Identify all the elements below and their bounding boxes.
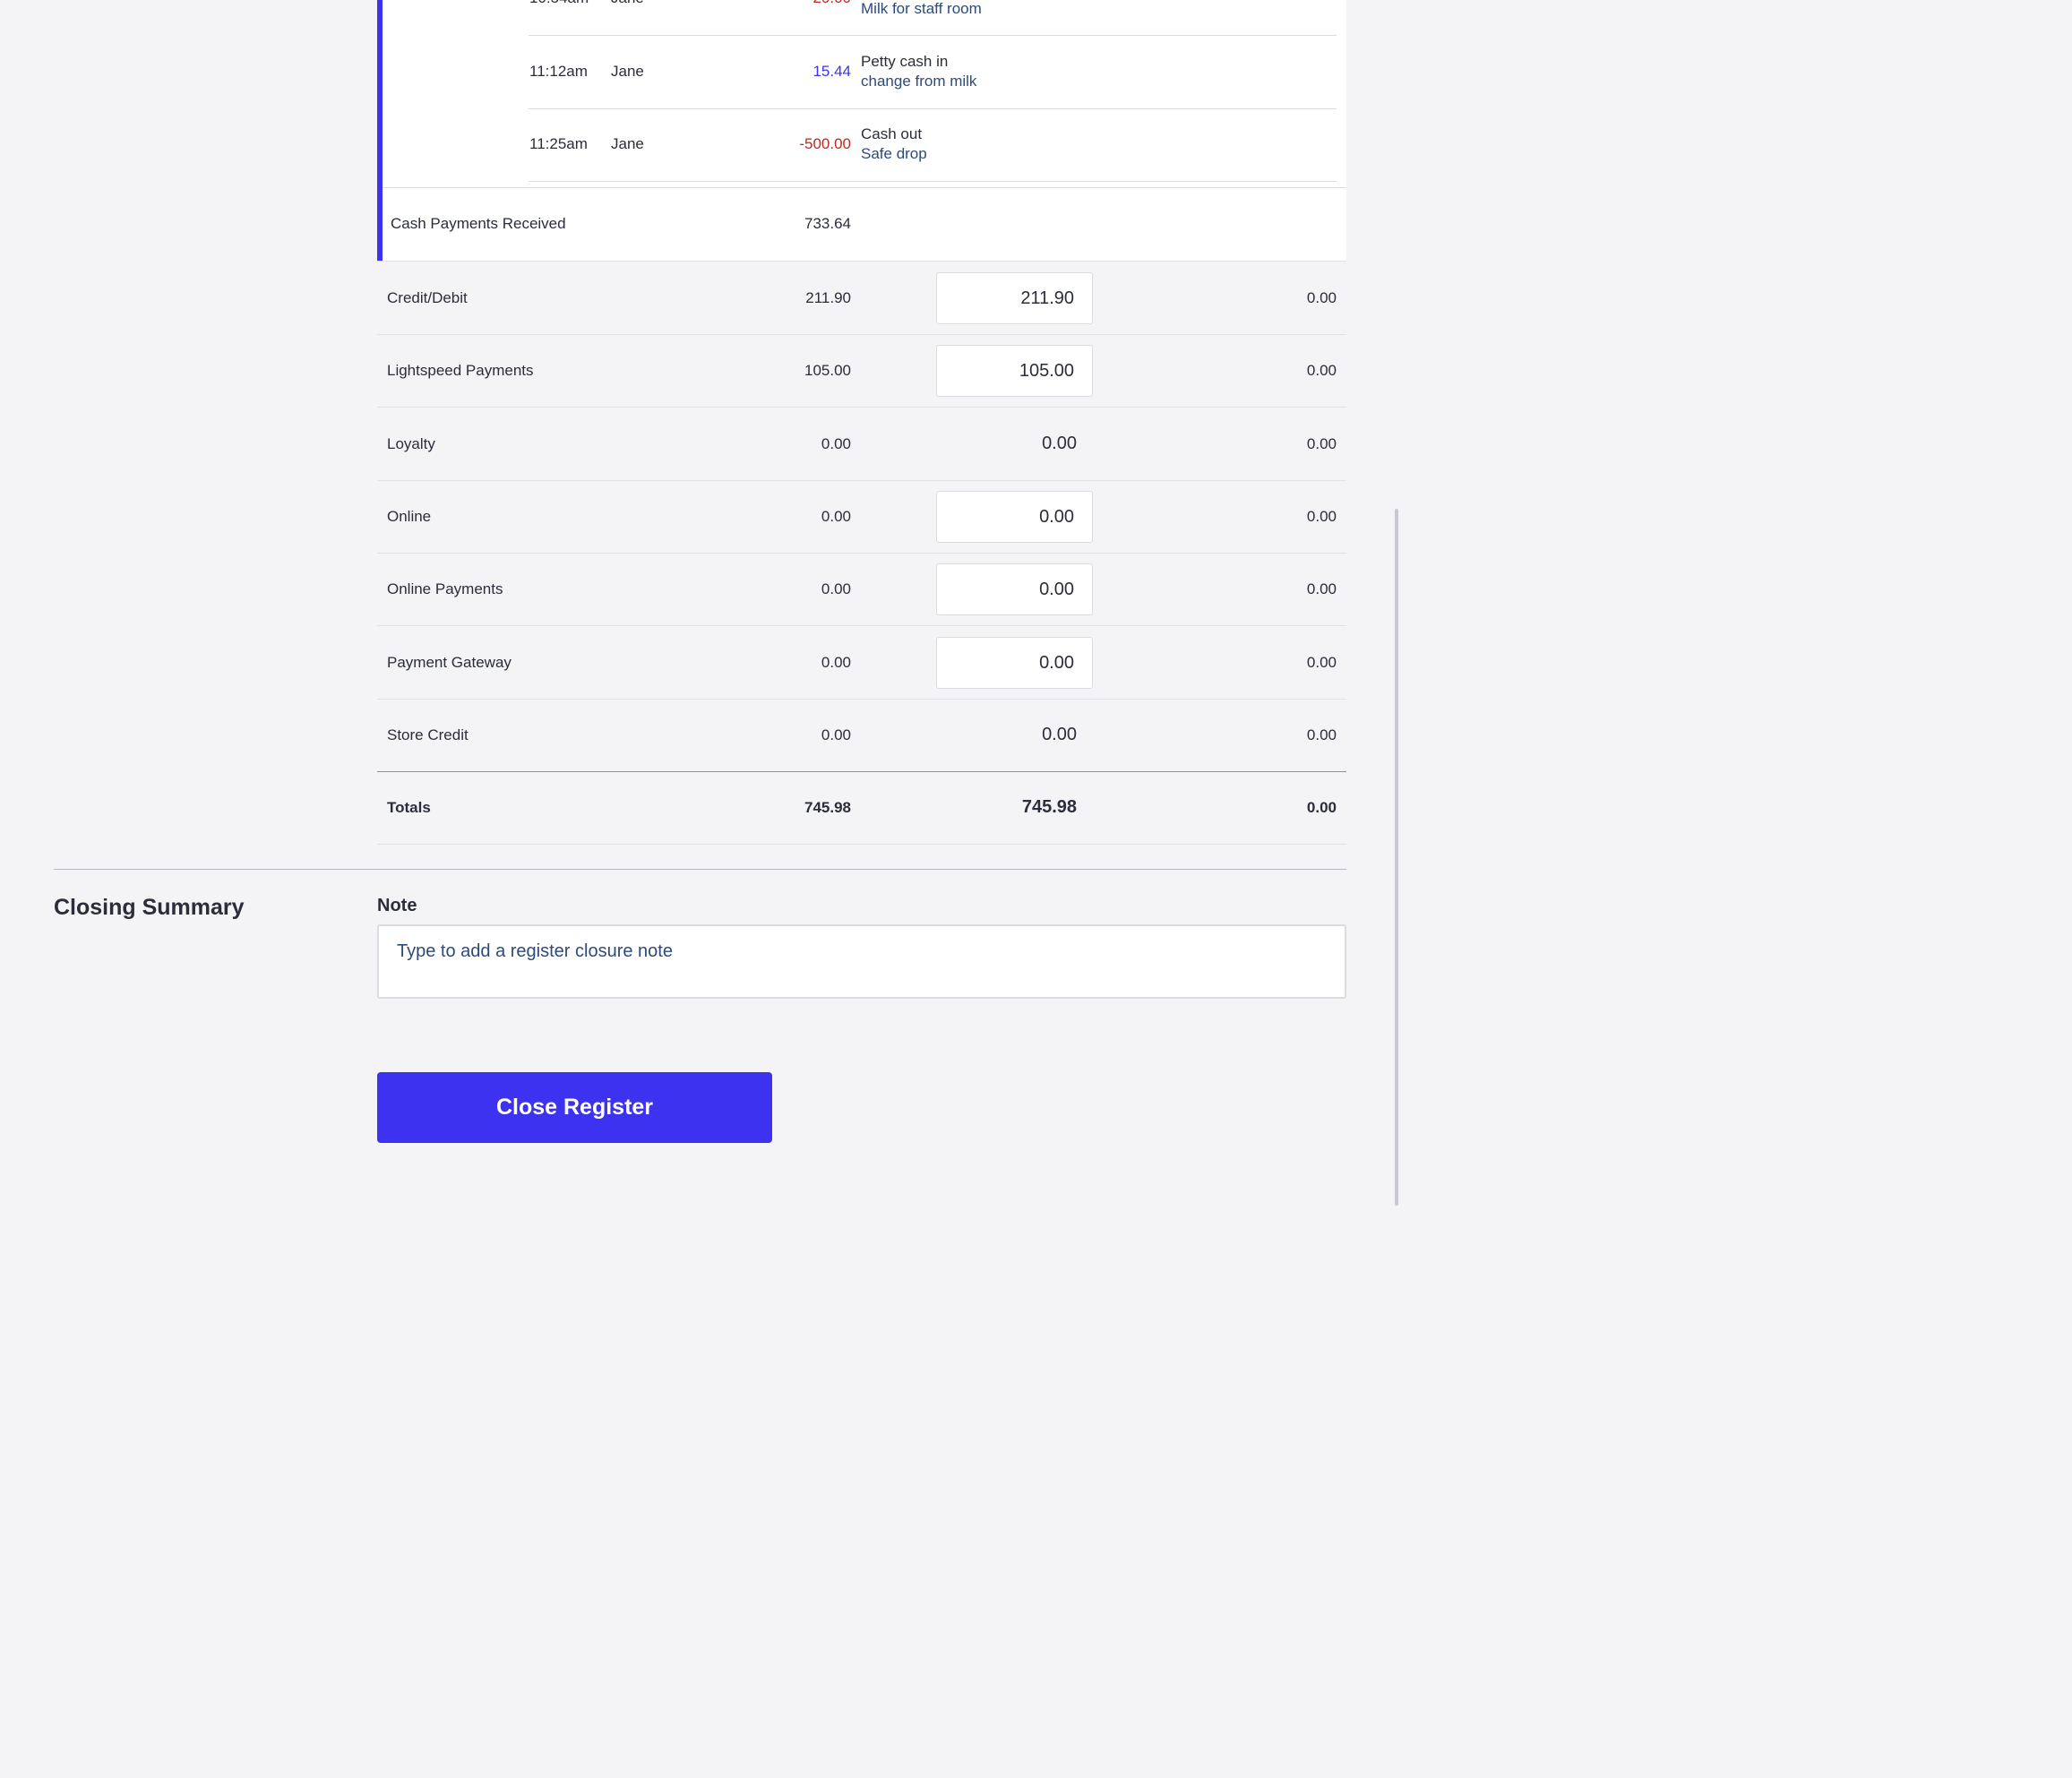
online-payments-counted-input[interactable] [936,563,1093,615]
payment-row-label: Online Payments [387,580,503,597]
payment-row-expected: 211.90 [805,289,851,306]
cash-panel-accent-bar [377,0,383,261]
loyalty-counted-value: 0.00 [1042,434,1077,453]
movement-time: 10:54am [529,0,589,7]
closing-summary-title: Closing Summary [54,895,245,920]
payment-row-label: Online [387,508,432,525]
payment-row-label: Credit/Debit [387,289,468,306]
movement-divider [529,35,1337,36]
payment-row-expected: 0.00 [821,654,851,671]
close-register-button[interactable]: Close Register [377,1072,772,1143]
totals-counted: 745.98 [1021,797,1077,817]
payment-row-expected: 0.00 [821,508,851,525]
movement-time: 11:25am [529,135,588,152]
payment-row-difference: 0.00 [1306,508,1337,525]
cash-received-expected: 733.64 [804,215,851,232]
movement-type: Petty cash in [861,53,949,70]
section-divider [54,869,1346,870]
online-counted-input[interactable] [936,491,1093,543]
row-divider [377,699,1346,700]
movement-user: Jane [611,0,644,7]
payment-row-label: Payment Gateway [387,654,512,671]
movement-type: Cash out [861,125,923,142]
row-divider [377,407,1346,408]
totals-divider [377,771,1346,772]
row-divider [377,480,1346,481]
row-divider [377,334,1346,335]
note-label: Note [377,896,417,915]
movement-divider [529,181,1337,182]
totals-label: Totals [387,799,431,816]
payment-row-difference: 0.00 [1306,435,1337,452]
movement-amount: -500.00 [799,135,851,152]
movement-note: change from milk [861,73,977,90]
payment-row-expected: 0.00 [821,435,851,452]
row-divider [377,553,1346,554]
payment-row-expected: 105.00 [804,362,851,379]
payment-row-expected: 0.00 [821,580,851,597]
payment-row-expected: 0.00 [821,726,851,743]
payment-row-difference: 0.00 [1306,362,1337,379]
payment-row-label: Loyalty [387,435,435,452]
movement-user: Jane [611,135,644,152]
payment-row-difference: 0.00 [1306,289,1337,306]
payment-row-label: Store Credit [387,726,469,743]
payment-gateway-counted-input[interactable] [936,637,1093,689]
cash-received-divider [383,187,1346,188]
totals-expected: 745.98 [804,799,851,816]
movement-amount: -20.00 [717,0,851,7]
lightspeed-payments-counted-input[interactable] [936,345,1093,397]
movement-user: Jane [611,63,644,80]
movement-amount: 15.44 [812,63,851,80]
payment-row-difference: 0.00 [1306,726,1337,743]
movement-divider [529,108,1337,109]
payment-row-difference: 0.00 [1306,580,1337,597]
movement-time: 11:12am [529,63,588,80]
payment-row-difference: 0.00 [1306,654,1337,671]
row-divider [377,844,1346,845]
movement-note: Safe drop [861,145,927,162]
movement-note: Milk for staff room [861,0,982,17]
closure-note-input[interactable] [377,924,1346,999]
cash-received-label: Cash Payments Received [391,215,566,232]
payment-row-label: Lightspeed Payments [387,362,534,379]
totals-difference: 0.00 [1306,799,1337,816]
credit-debit-counted-input[interactable] [936,272,1093,324]
row-divider [377,625,1346,626]
scrollbar-thumb[interactable] [1395,509,1398,1206]
store-credit-counted-value: 0.00 [1042,725,1077,744]
